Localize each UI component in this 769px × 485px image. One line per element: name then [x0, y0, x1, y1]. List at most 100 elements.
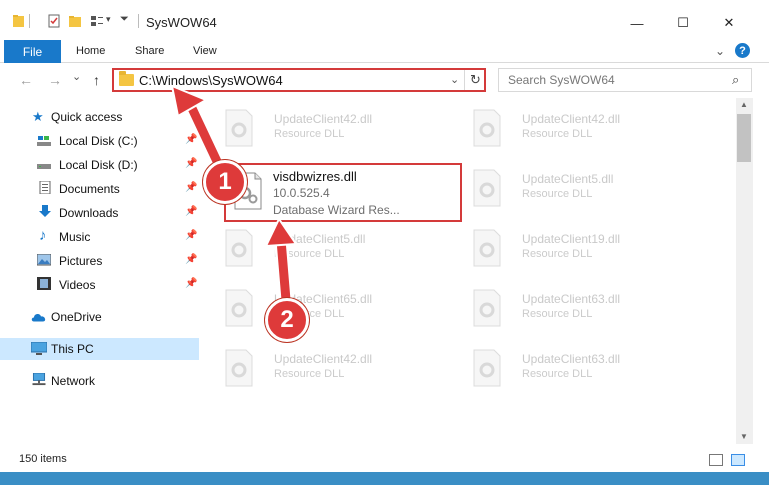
minimize-button[interactable]: — [614, 10, 660, 36]
star-icon: ★ [32, 109, 44, 124]
address-dropdown-icon[interactable]: ⌄ [450, 73, 459, 86]
list-item[interactable]: UpdateClient42.dll Resource DLL [454, 102, 684, 154]
sidebar-item-this-pc[interactable]: This PC [0, 338, 199, 360]
new-folder-icon[interactable] [68, 14, 82, 28]
sidebar-item-label: Local Disk (D:) [59, 158, 138, 172]
dll-file-icon [473, 349, 501, 387]
file-name: UpdateClient63.dll [522, 292, 621, 306]
sidebar-item-local-disk-c[interactable]: Local Disk (C:) 📌 [0, 130, 199, 152]
file-list: UpdateClient42.dll Resource DLL UpdateCl… [206, 98, 736, 444]
dll-file-icon [225, 109, 253, 147]
sidebar-item-pictures[interactable]: Pictures 📌 [0, 250, 199, 272]
file-name: UpdateClient63.dll [522, 352, 621, 366]
list-item[interactable]: UpdateClient42.dll Resource DLL [206, 102, 436, 154]
list-item[interactable]: UpdateClient42.dll Resource DLL [206, 342, 436, 394]
pictures-icon [37, 254, 51, 266]
view-details-icon[interactable] [90, 14, 104, 28]
file-name: UpdateClient19.dll [522, 232, 621, 246]
list-item[interactable]: UpdateClient65.dll Resource DLL [206, 282, 436, 334]
drive-icon [37, 164, 51, 169]
step-badge-2: 2 [265, 298, 309, 342]
address-bar[interactable]: C:\Windows\SysWOW64 ⌄ ↻ [112, 68, 486, 92]
sidebar-item-music[interactable]: ♪ Music 📌 [0, 226, 199, 248]
step-badge-1: 1 [203, 160, 247, 204]
tiles-view-icon[interactable] [731, 454, 745, 466]
file-type: Resource DLL [522, 368, 593, 380]
drive-icon [37, 136, 51, 146]
sidebar-item-label: OneDrive [51, 310, 102, 324]
search-box[interactable]: Search SysWOW64 ⌕ [498, 68, 752, 92]
scroll-thumb[interactable] [737, 114, 751, 162]
navigation-pane: ★ Quick access Local Disk (C:) 📌 Local D… [0, 98, 205, 444]
tab-share[interactable]: Share [135, 45, 164, 57]
list-item[interactable]: UpdateClient19.dll Resource DLL [454, 222, 684, 274]
customize-dropdown-icon[interactable]: ▾ [106, 14, 111, 25]
up-button[interactable]: ↑ [93, 72, 100, 88]
search-input[interactable]: Search SysWOW64 [508, 73, 615, 87]
quick-access-toolbar-toggle[interactable]: ⏷ [120, 13, 129, 26]
sidebar-item-documents[interactable]: Documents 📌 [0, 178, 199, 200]
scroll-up-icon[interactable]: ▲ [740, 100, 748, 109]
dll-file-icon [473, 169, 501, 207]
tab-file[interactable]: File [4, 40, 61, 63]
status-bar: 150 items [0, 446, 769, 472]
file-type: Resource DLL [274, 248, 345, 260]
sidebar-item-local-disk-d[interactable]: Local Disk (D:) 📌 [0, 154, 199, 176]
sidebar-item-label: Quick access [51, 110, 123, 124]
sidebar-item-label: Videos [59, 278, 96, 292]
pin-icon: 📌 [185, 134, 198, 145]
title-bar: ▾ ⏷ SysWOW64 — ☐ ✕ [0, 0, 769, 40]
sidebar-item-label: Downloads [59, 206, 119, 220]
address-path[interactable]: C:\Windows\SysWOW64 [139, 73, 283, 88]
sidebar-item-label: Music [59, 230, 91, 244]
highlighted-file-tile[interactable]: visdbwizres.dll 10.0.525.4 Database Wiza… [224, 163, 462, 222]
list-item[interactable]: UpdateClient5.dll Resource DLL [206, 222, 436, 274]
file-type: Resource DLL [522, 308, 593, 320]
list-item[interactable]: UpdateClient63.dll Resource DLL [454, 342, 684, 394]
music-note-icon: ♪ [39, 227, 47, 244]
ribbon-expand-icon[interactable]: ⌄ [715, 44, 725, 58]
maximize-button[interactable]: ☐ [660, 10, 706, 36]
cloud-icon [31, 313, 46, 322]
sidebar-item-network[interactable]: Network [0, 370, 199, 392]
dll-file-icon [473, 229, 501, 267]
properties-icon[interactable] [47, 14, 61, 28]
pin-icon: 📌 [185, 254, 198, 265]
window-title: SysWOW64 [146, 15, 217, 30]
list-item[interactable]: UpdateClient63.dll Resource DLL [454, 282, 684, 334]
sidebar-item-downloads[interactable]: Downloads 📌 [0, 202, 199, 224]
sidebar-item-label: Network [51, 374, 96, 388]
help-icon[interactable]: ? [735, 43, 750, 58]
sidebar-item-quick-access[interactable]: ★ Quick access [0, 106, 199, 128]
sidebar-item-label: This PC [51, 342, 94, 356]
tab-home[interactable]: Home [76, 45, 105, 57]
file-name: visdbwizres.dll [273, 169, 357, 184]
file-name: UpdateClient42.dll [274, 112, 373, 126]
sidebar-item-videos[interactable]: Videos 📌 [0, 274, 199, 296]
details-view-icon[interactable] [709, 454, 723, 466]
sidebar-item-onedrive[interactable]: OneDrive [0, 306, 199, 328]
sidebar-item-label: Documents [59, 182, 120, 196]
recent-locations-icon[interactable]: ⌄ [72, 70, 81, 83]
close-button[interactable]: ✕ [706, 10, 752, 36]
back-button[interactable]: ← [19, 72, 33, 88]
file-name: UpdateClient5.dll [522, 172, 614, 186]
refresh-icon[interactable]: ↻ [470, 72, 481, 88]
file-type: Resource DLL [274, 128, 345, 140]
folder-icon [13, 15, 24, 27]
file-name: UpdateClient5.dll [274, 232, 366, 246]
pin-icon: 📌 [185, 230, 198, 241]
tab-view[interactable]: View [193, 45, 217, 57]
scroll-down-icon[interactable]: ▼ [740, 432, 748, 441]
search-icon[interactable]: ⌕ [732, 72, 739, 88]
ribbon-tabs: File Home Share View ⌄ ? [0, 40, 769, 63]
vertical-scrollbar[interactable]: ▲ ▼ [736, 98, 753, 444]
sidebar-item-label: Pictures [59, 254, 103, 268]
file-type: Resource DLL [522, 188, 593, 200]
list-item[interactable]: UpdateClient5.dll Resource DLL [454, 162, 684, 214]
pin-icon: 📌 [185, 182, 198, 193]
forward-button[interactable]: → [48, 72, 62, 88]
file-description: Database Wizard Res... [273, 203, 400, 217]
dll-file-icon [225, 229, 253, 267]
file-name: UpdateClient42.dll [274, 352, 373, 366]
